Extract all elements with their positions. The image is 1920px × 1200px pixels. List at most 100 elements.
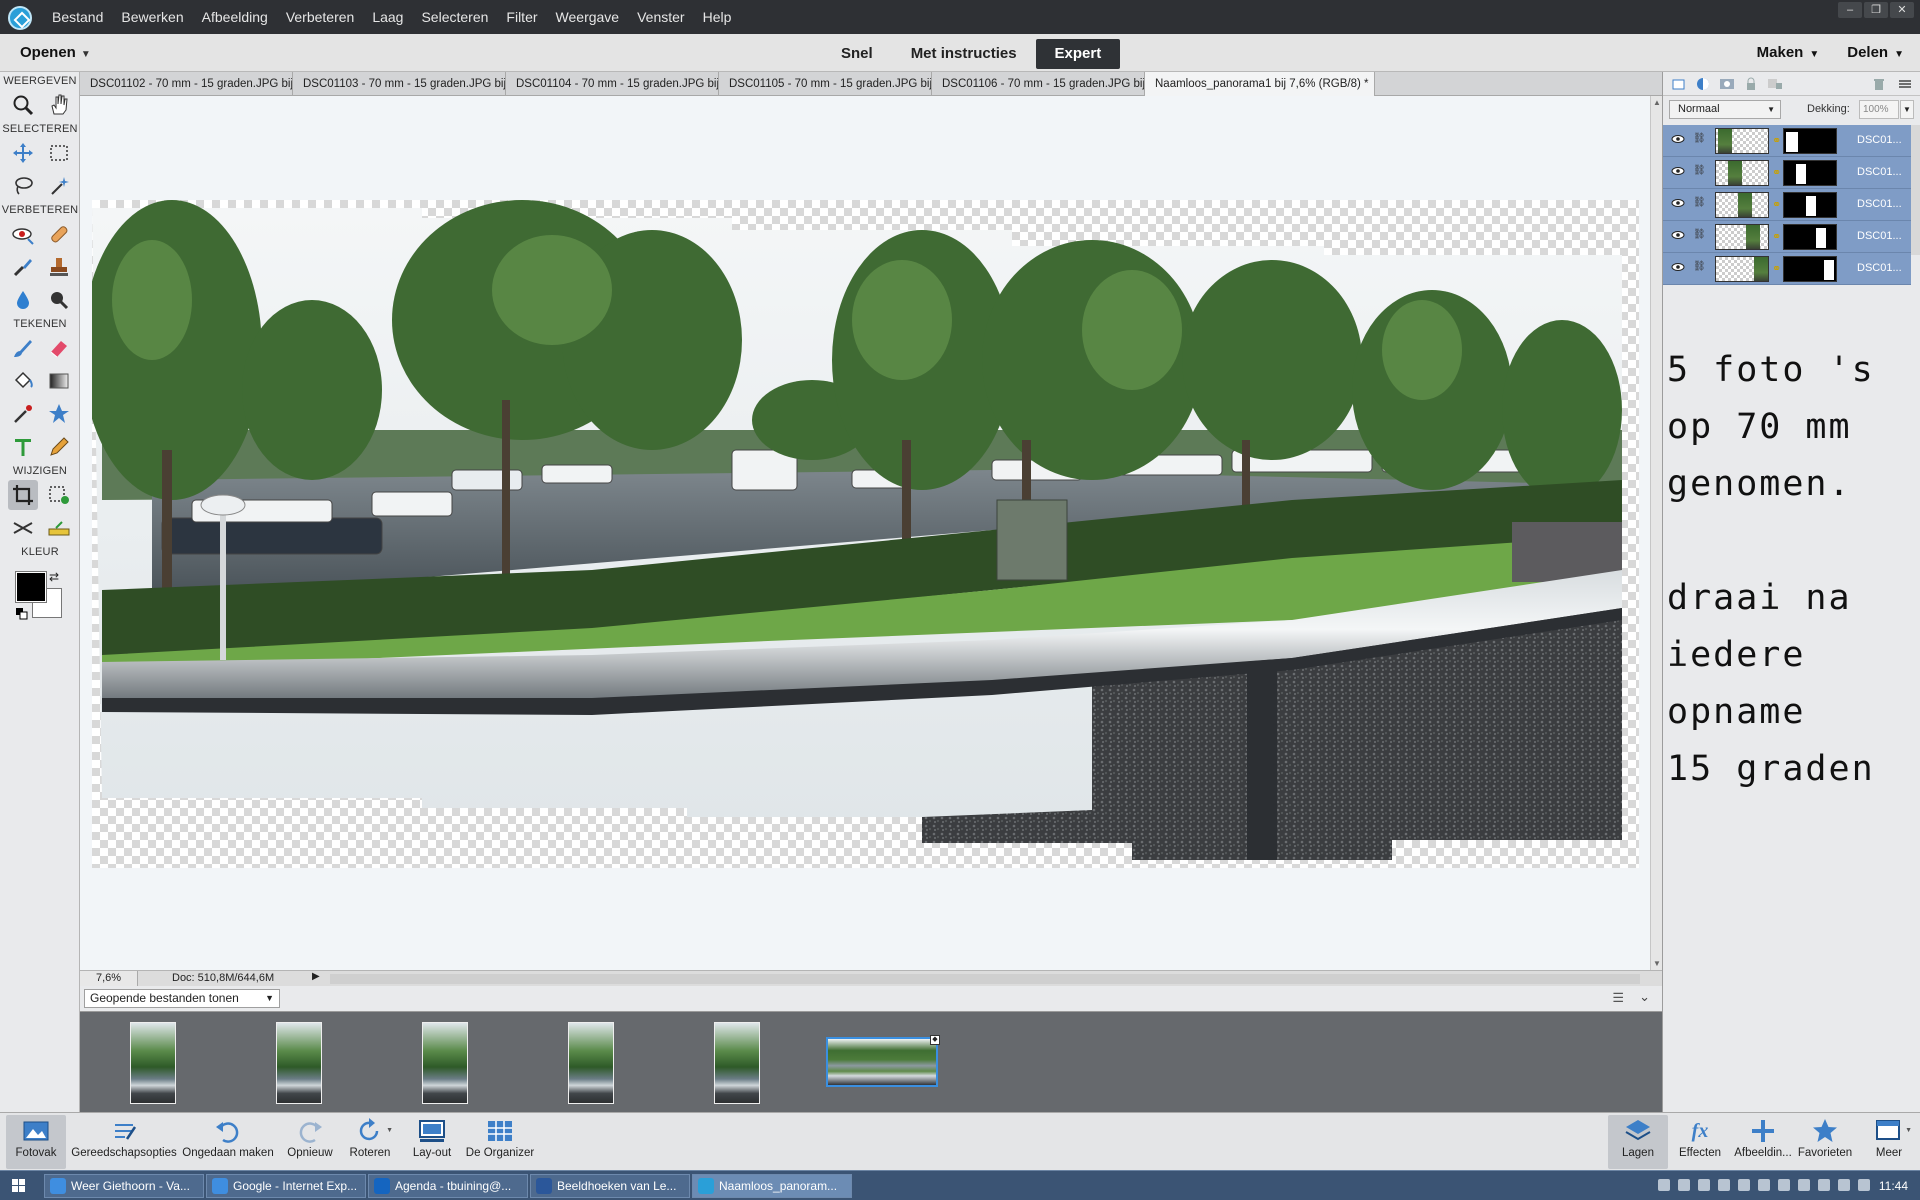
visibility-eye-icon[interactable] — [1671, 262, 1685, 272]
custom-shape-tool[interactable] — [44, 399, 74, 429]
layer-mask-thumbnail[interactable] — [1783, 256, 1837, 282]
taskbar-item-active[interactable]: Naamloos_panoram... — [692, 1174, 852, 1198]
blur-tool[interactable] — [8, 285, 38, 315]
tray-icon[interactable] — [1698, 1179, 1710, 1191]
clock[interactable]: 11:44 — [1879, 1179, 1908, 1193]
menu-filter[interactable]: Filter — [506, 9, 537, 25]
recompose-tool[interactable] — [44, 480, 74, 510]
zoom-level[interactable]: 7,6% — [80, 971, 138, 986]
taskbar-item[interactable]: Agenda - tbuining@... — [368, 1174, 528, 1198]
tray-icon[interactable] — [1658, 1179, 1670, 1191]
marquee-tool[interactable] — [44, 138, 74, 168]
menu-help[interactable]: Help — [703, 9, 732, 25]
visibility-eye-icon[interactable] — [1671, 134, 1685, 144]
create-menu[interactable]: Maken ▼ — [1757, 44, 1820, 61]
foreground-color-swatch[interactable] — [15, 571, 47, 603]
mask-link-icon[interactable]: ⚭ — [1772, 134, 1781, 147]
opacity-field[interactable]: 100% — [1859, 100, 1899, 119]
clone-stamp-tool[interactable] — [44, 252, 74, 282]
zoom-tool[interactable] — [8, 90, 38, 120]
paint-bucket-tool[interactable] — [8, 366, 38, 396]
layer-row[interactable]: ⛓ ⚭ DSC01... — [1663, 253, 1911, 285]
tool-options-button[interactable]: Gereedschapsopties — [68, 1115, 180, 1169]
layer-row[interactable]: ⛓ ⚭ DSC01... — [1663, 221, 1911, 253]
menu-laag[interactable]: Laag — [372, 9, 403, 25]
close-icon[interactable]: ✕ — [1375, 78, 1376, 90]
open-button[interactable]: Openen ▼ — [20, 44, 91, 61]
lock-transparent-icon[interactable] — [1767, 77, 1783, 91]
tray-icon[interactable] — [1738, 1179, 1750, 1191]
sponge-tool[interactable] — [44, 285, 74, 315]
layer-row[interactable]: ⛓ ⚭ DSC01... — [1663, 125, 1911, 157]
layer-mask-thumbnail[interactable] — [1783, 128, 1837, 154]
layer-row[interactable]: ⛓ ⚭ DSC01... — [1663, 157, 1911, 189]
tab-snel[interactable]: Snel — [822, 39, 892, 69]
tray-icon[interactable] — [1838, 1179, 1850, 1191]
effects-button[interactable]: fx Effecten — [1670, 1115, 1730, 1169]
hand-tool[interactable] — [44, 90, 74, 120]
more-button[interactable]: ▼ Meer — [1864, 1115, 1914, 1169]
taskbar-item[interactable]: Google - Internet Exp... — [206, 1174, 366, 1198]
share-menu[interactable]: Delen ▼ — [1847, 44, 1904, 61]
graphics-button[interactable]: Afbeeldin... — [1732, 1115, 1794, 1169]
crop-tool[interactable] — [8, 480, 38, 510]
collapse-chevron-icon[interactable]: ⌄ — [1639, 989, 1650, 1005]
content-aware-move-tool[interactable] — [8, 513, 38, 543]
adjustment-layer-icon[interactable] — [1695, 77, 1711, 91]
mask-link-icon[interactable]: ⚭ — [1772, 262, 1781, 275]
spot-healing-tool[interactable] — [44, 219, 74, 249]
smart-brush-tool[interactable] — [8, 252, 38, 282]
taskbar-item[interactable]: Beeldhoeken van Le... — [530, 1174, 690, 1198]
doc-tab[interactable]: DSC01105 - 70 mm - 15 graden.JPG bij 10,… — [719, 72, 932, 96]
bin-thumbnail[interactable] — [130, 1022, 176, 1104]
bin-thumbnail[interactable] — [276, 1022, 322, 1104]
link-icon[interactable]: ⛓ — [1693, 133, 1706, 144]
layer-mask-thumbnail[interactable] — [1783, 160, 1837, 186]
photo-bin-button[interactable]: Fotovak — [6, 1115, 66, 1169]
link-icon[interactable]: ⛓ — [1693, 261, 1706, 272]
tab-met-instructies[interactable]: Met instructies — [892, 39, 1036, 69]
menu-weergave[interactable]: Weergave — [556, 9, 620, 25]
panorama-image[interactable] — [92, 200, 1639, 868]
link-icon[interactable]: ⛓ — [1693, 197, 1706, 208]
layer-mask-icon[interactable] — [1719, 77, 1735, 91]
type-tool[interactable] — [8, 432, 38, 462]
bin-thumbnail[interactable] — [714, 1022, 760, 1104]
rotate-button[interactable]: ▼ Roteren — [344, 1115, 396, 1169]
link-icon[interactable]: ⛓ — [1693, 165, 1706, 176]
tray-icon[interactable] — [1778, 1179, 1790, 1191]
layer-mask-thumbnail[interactable] — [1783, 192, 1837, 218]
horizontal-scrollbar[interactable] — [330, 974, 1640, 984]
straighten-tool[interactable] — [44, 513, 74, 543]
menu-venster[interactable]: Venster — [637, 9, 684, 25]
doc-tab[interactable]: DSC01106 - 70 mm - 15 graden.JPG bij 10,… — [932, 72, 1145, 96]
doc-tab[interactable]: DSC01104 - 70 mm - 15 graden.JPG bij 10,… — [506, 72, 719, 96]
tray-icon[interactable] — [1858, 1179, 1870, 1191]
layers-button[interactable]: Lagen — [1608, 1115, 1668, 1169]
layer-row[interactable]: ⛓ ⚭ DSC01... — [1663, 189, 1911, 221]
tab-expert[interactable]: Expert — [1035, 39, 1121, 69]
red-eye-tool[interactable] — [8, 219, 38, 249]
bin-thumbnail[interactable] — [568, 1022, 614, 1104]
lasso-tool[interactable] — [8, 171, 38, 201]
doc-tab-active[interactable]: Naamloos_panorama1 bij 7,6% (RGB/8) * ✕ — [1145, 72, 1375, 96]
visibility-eye-icon[interactable] — [1671, 166, 1685, 176]
menu-afbeelding[interactable]: Afbeelding — [202, 9, 268, 25]
favorites-button[interactable]: Favorieten — [1794, 1115, 1856, 1169]
visibility-eye-icon[interactable] — [1671, 230, 1685, 240]
mask-link-icon[interactable]: ⚭ — [1772, 230, 1781, 243]
restore-icon[interactable]: ❐ — [1864, 2, 1888, 18]
eyedropper-tool[interactable] — [8, 399, 38, 429]
tray-icon[interactable] — [1798, 1179, 1810, 1191]
photo-bin-dropdown[interactable]: Geopende bestanden tonen ▼ — [84, 989, 280, 1008]
menu-bestand[interactable]: Bestand — [52, 9, 103, 25]
doc-tab[interactable]: DSC01103 - 70 mm - 15 graden.JPG bij 10,… — [293, 72, 506, 96]
doc-tab[interactable]: DSC01102 - 70 mm - 15 graden.JPG bij 10,… — [80, 72, 293, 96]
undo-button[interactable]: Ongedaan maken — [180, 1115, 276, 1169]
taskbar-item[interactable]: Weer Giethoorn - Va... — [44, 1174, 204, 1198]
opacity-dropdown-icon[interactable]: ▼ — [1900, 100, 1914, 119]
default-colors-icon[interactable] — [16, 608, 28, 620]
link-icon[interactable]: ⛓ — [1693, 229, 1706, 240]
redo-button[interactable]: Opnieuw — [280, 1115, 340, 1169]
tray-icon[interactable] — [1818, 1179, 1830, 1191]
